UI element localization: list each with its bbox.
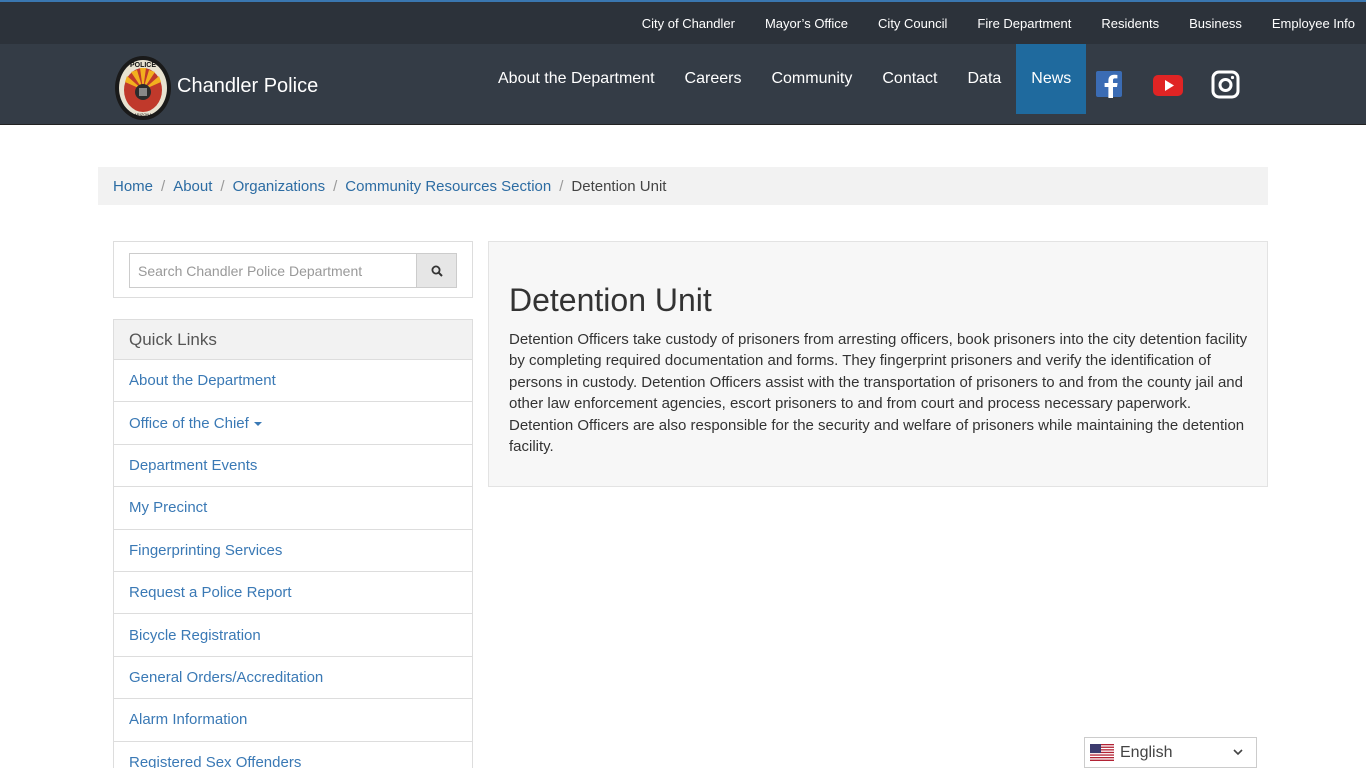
chevron-down-icon — [1233, 749, 1243, 756]
quick-link-label: Registered Sex Offenders — [129, 753, 302, 768]
breadcrumb-separator: / — [333, 177, 338, 195]
quick-link-about-department[interactable]: About the Department — [114, 360, 472, 403]
breadcrumb-organizations[interactable]: Organizations — [233, 178, 326, 195]
utility-link-business[interactable]: Business — [1189, 16, 1242, 31]
quick-link-label: About the Department — [129, 372, 276, 390]
breadcrumb-about[interactable]: About — [173, 178, 212, 195]
quick-links-heading: Quick Links — [114, 320, 472, 360]
utility-link-employee-info[interactable]: Employee Info — [1272, 16, 1355, 31]
caret-down-icon — [253, 422, 262, 427]
search-input[interactable] — [129, 253, 417, 288]
quick-links-panel: Quick Links About the Department Office … — [113, 319, 473, 768]
quick-link-my-precinct[interactable]: My Precinct — [114, 487, 472, 530]
utility-link-residents[interactable]: Residents — [1101, 16, 1159, 31]
facebook-icon[interactable] — [1095, 70, 1125, 100]
nav-careers[interactable]: Careers — [670, 44, 757, 114]
youtube-icon[interactable] — [1152, 70, 1184, 100]
language-label: English — [1120, 743, 1173, 761]
nav-about-department[interactable]: About the Department — [483, 44, 670, 114]
quick-link-police-report[interactable]: Request a Police Report — [114, 571, 472, 615]
search-panel — [113, 241, 473, 298]
nav-community[interactable]: Community — [756, 44, 867, 114]
page-title: Detention Unit — [509, 282, 712, 318]
quick-link-label: My Precinct — [129, 499, 208, 517]
content-panel: Detention Unit Detention Officers take c… — [488, 241, 1268, 487]
utility-link-city-of-chandler[interactable]: City of Chandler — [642, 16, 735, 31]
quick-link-label: Alarm Information — [129, 711, 248, 729]
police-badge-logo[interactable]: POLICE ARIZONA — [113, 54, 173, 122]
main-navbar: POLICE ARIZONA Chandler Police About the… — [0, 44, 1366, 125]
breadcrumb: Home / About / Organizations / Community… — [98, 167, 1268, 205]
quick-link-bicycle-registration[interactable]: Bicycle Registration — [114, 614, 472, 657]
page-body: Detention Officers take custody of priso… — [509, 331, 1248, 456]
quick-link-alarm-information[interactable]: Alarm Information — [114, 699, 472, 742]
instagram-icon[interactable] — [1211, 70, 1241, 100]
breadcrumb-separator: / — [161, 177, 166, 195]
utility-link-mayors-office[interactable]: Mayor’s Office — [765, 16, 848, 31]
quick-link-office-of-chief[interactable]: Office of the Chief — [114, 402, 472, 445]
breadcrumb-home[interactable]: Home — [113, 178, 153, 195]
svg-text:POLICE: POLICE — [130, 62, 156, 69]
quick-link-general-orders[interactable]: General Orders/Accreditation — [114, 656, 472, 700]
search-icon — [431, 265, 443, 277]
utility-bar: City of Chandler Mayor’s Office City Cou… — [0, 0, 1366, 44]
utility-links: City of Chandler Mayor’s Office City Cou… — [642, 2, 1366, 44]
breadcrumb-community-resources[interactable]: Community Resources Section — [345, 178, 551, 195]
us-flag-icon — [1090, 744, 1114, 761]
quick-link-label: Department Events — [129, 456, 258, 474]
site-brand[interactable]: Chandler Police — [177, 75, 318, 98]
quick-link-sex-offenders[interactable]: Registered Sex Offenders — [114, 741, 472, 768]
nav-contact[interactable]: Contact — [867, 44, 952, 114]
language-selector[interactable]: English — [1084, 737, 1257, 768]
primary-nav: About the Department Careers Community C… — [483, 44, 1087, 114]
utility-link-fire-department[interactable]: Fire Department — [977, 16, 1071, 31]
quick-link-label: Office of the Chief — [129, 414, 249, 432]
search-button[interactable] — [416, 253, 457, 288]
quick-link-label: Bicycle Registration — [129, 626, 261, 644]
breadcrumb-separator: / — [559, 177, 564, 195]
nav-data[interactable]: Data — [953, 44, 1017, 114]
quick-link-department-events[interactable]: Department Events — [114, 444, 472, 488]
quick-link-fingerprinting[interactable]: Fingerprinting Services — [114, 529, 472, 572]
nav-news[interactable]: News — [1016, 44, 1087, 114]
breadcrumb-separator: / — [220, 177, 225, 195]
quick-link-label: Fingerprinting Services — [129, 541, 283, 559]
breadcrumb-current: Detention Unit — [571, 177, 667, 195]
quick-link-label: Request a Police Report — [129, 584, 292, 602]
quick-link-label: General Orders/Accreditation — [129, 668, 324, 686]
svg-text:ARIZONA: ARIZONA — [134, 112, 152, 117]
utility-link-city-council[interactable]: City Council — [878, 16, 947, 31]
